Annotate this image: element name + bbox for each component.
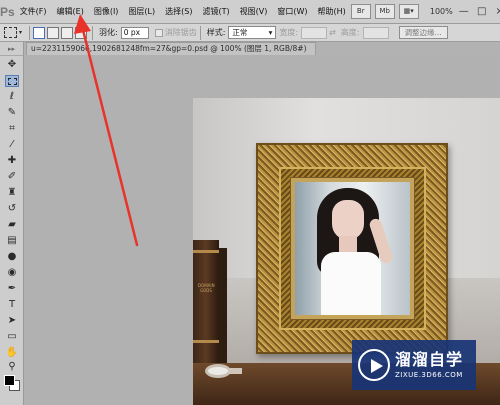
blur-icon[interactable]: ●	[5, 251, 19, 263]
tool-preset-picker[interactable]: ▾	[0, 25, 26, 41]
type-icon[interactable]: T	[5, 299, 19, 311]
width-label: 宽度:	[279, 28, 299, 37]
picture-frame	[256, 143, 448, 354]
chevron-down-icon: ▾	[268, 28, 273, 37]
book-spine-dark	[219, 248, 227, 363]
lasso-icon[interactable]: ℓ	[5, 91, 19, 103]
new-selection-mode[interactable]	[33, 26, 45, 39]
eraser-icon[interactable]: ▰	[5, 219, 19, 231]
portrait-dress	[321, 252, 381, 315]
chevron-down-icon: ▾	[18, 29, 22, 36]
style-label: 样式:	[206, 28, 226, 37]
play-logo-icon	[358, 349, 390, 381]
intersect-selection-mode[interactable]	[75, 26, 87, 39]
tools-panel: ▸▸ ✥ ℓ ✎ ⌗ ⁄ ✚ ✐ ♜ ↺ ▰ ▤ ● ◉ ✒ T ➤ ▭ ✋ ⚲	[0, 42, 24, 405]
document-tab[interactable]: u=2231159066,1902681248fm=27&gp=0.psd @ …	[26, 42, 316, 55]
menu-view[interactable]: 视图(V)	[235, 0, 273, 24]
height-input[interactable]	[362, 26, 389, 39]
zoom-level[interactable]: 100%	[423, 7, 453, 16]
book-band	[193, 250, 219, 253]
foreground-color-swatch[interactable]	[4, 375, 15, 386]
eyedropper-icon[interactable]: ⁄	[5, 139, 19, 151]
menu-layer[interactable]: 图层(L)	[123, 0, 160, 24]
antialias-checkbox[interactable]	[154, 28, 163, 37]
quick-select-icon[interactable]: ✎	[5, 107, 19, 119]
maximize-button[interactable]: □	[475, 6, 489, 18]
clone-stamp-icon[interactable]: ♜	[5, 187, 19, 199]
watermark-badge: 溜溜自学 ZIXUE.3D66.COM	[352, 340, 476, 390]
frame-inner-molding	[279, 167, 426, 330]
shape-icon[interactable]: ▭	[5, 331, 19, 343]
mini-bridge-button[interactable]: Mb	[374, 4, 395, 19]
move-icon[interactable]: ✥	[5, 59, 19, 71]
brush-icon[interactable]: ✐	[5, 171, 19, 183]
spot-heal-icon[interactable]: ✚	[5, 155, 19, 167]
zoom-icon[interactable]: ⚲	[5, 361, 19, 373]
menu-bar: Ps 文件(F) 编辑(E) 图像(I) 图层(L) 选择(S) 滤镜(T) 视…	[0, 0, 500, 24]
menu-right-group: Br Mb ▦▾ 100% — □ ×	[350, 4, 500, 19]
book-spine	[193, 240, 219, 363]
divider	[199, 25, 201, 40]
path-select-icon[interactable]: ➤	[5, 315, 19, 327]
crop-icon[interactable]: ⌗	[5, 123, 19, 135]
rect-marquee-glyph	[7, 78, 17, 85]
photoshop-logo: Ps	[0, 4, 15, 19]
refine-edge-button[interactable]: 调整边缘...	[398, 26, 448, 39]
watermark-url: ZIXUE.3D66.COM	[395, 371, 463, 379]
menu-window[interactable]: 窗口(W)	[272, 0, 312, 24]
width-input[interactable]	[301, 26, 328, 39]
menu-file[interactable]: 文件(F)	[15, 0, 52, 24]
menu-filter[interactable]: 滤镜(T)	[197, 0, 234, 24]
bridge-button[interactable]: Br	[350, 4, 371, 19]
menu-help[interactable]: 帮助(H)	[312, 0, 350, 24]
watermark-text: 溜溜自学 ZIXUE.3D66.COM	[395, 350, 463, 380]
height-label: 高度:	[340, 28, 360, 37]
minimize-button[interactable]: —	[457, 6, 471, 18]
feather-label: 羽化:	[99, 28, 118, 37]
feather-input[interactable]: 0 px	[120, 26, 149, 39]
options-bar: ▾ 羽化: 0 px 消除锯齿 样式: 正常 ▾ 宽度: ⇄ 高度: 调整边缘..…	[0, 24, 500, 42]
watermark-title: 溜溜自学	[395, 350, 464, 369]
subtract-selection-mode[interactable]	[61, 26, 73, 39]
watch-band	[228, 368, 242, 374]
history-brush-icon[interactable]: ↺	[5, 203, 19, 215]
menu-image[interactable]: 图像(I)	[89, 0, 124, 24]
book-band	[193, 340, 219, 343]
style-select-value: 正常	[232, 28, 248, 37]
frame-rabbet	[290, 177, 415, 320]
style-select[interactable]: 正常 ▾	[228, 26, 277, 39]
rect-marquee-icon[interactable]	[5, 75, 19, 87]
divider	[92, 25, 93, 40]
rect-marquee-preset-icon	[3, 27, 17, 38]
menu-edit[interactable]: 编辑(E)	[52, 0, 89, 24]
hand-icon[interactable]: ✋	[5, 347, 19, 359]
swap-icon[interactable]: ⇄	[329, 28, 336, 37]
dodge-icon[interactable]: ◉	[5, 267, 19, 279]
add-selection-mode[interactable]	[47, 26, 59, 39]
view-extras-button[interactable]: ▦▾	[398, 4, 419, 19]
pen-icon[interactable]: ✒	[5, 283, 19, 295]
portrait-photo	[295, 182, 410, 315]
book-title: DOMAIN GODS	[198, 283, 215, 293]
gradient-icon[interactable]: ▤	[5, 235, 19, 247]
menu-select[interactable]: 选择(S)	[160, 0, 197, 24]
panel-grip[interactable]: ▸▸	[0, 42, 23, 56]
antialias-label: 消除锯齿	[164, 28, 197, 37]
close-button[interactable]: ×	[493, 6, 500, 18]
divider	[29, 25, 30, 40]
portrait-face	[332, 200, 364, 240]
